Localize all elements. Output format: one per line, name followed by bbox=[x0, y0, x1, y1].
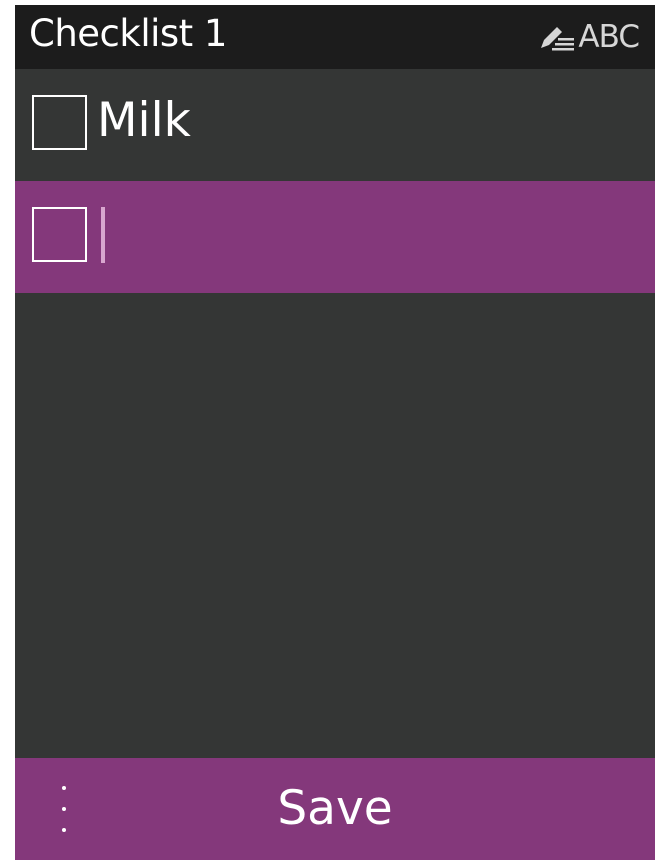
text-cursor bbox=[101, 207, 105, 263]
save-button[interactable]: Save bbox=[205, 772, 465, 846]
checklist-item-selected[interactable] bbox=[15, 181, 655, 293]
input-mode-indicator: ABC bbox=[538, 18, 640, 56]
item-checkbox[interactable] bbox=[32, 207, 87, 262]
checklist-screen: Checklist 1 ABC Milk Save bbox=[15, 5, 655, 860]
item-checkbox[interactable] bbox=[32, 95, 87, 150]
more-options-icon[interactable] bbox=[53, 786, 75, 832]
item-label: Milk bbox=[97, 93, 191, 148]
pen-icon bbox=[541, 27, 575, 51]
checklist-item[interactable]: Milk bbox=[15, 69, 655, 181]
softkey-bar: Save bbox=[15, 758, 655, 860]
header-bar: Checklist 1 ABC bbox=[15, 5, 655, 69]
page-title: Checklist 1 bbox=[29, 12, 227, 55]
input-mode-label: ABC bbox=[578, 19, 640, 55]
